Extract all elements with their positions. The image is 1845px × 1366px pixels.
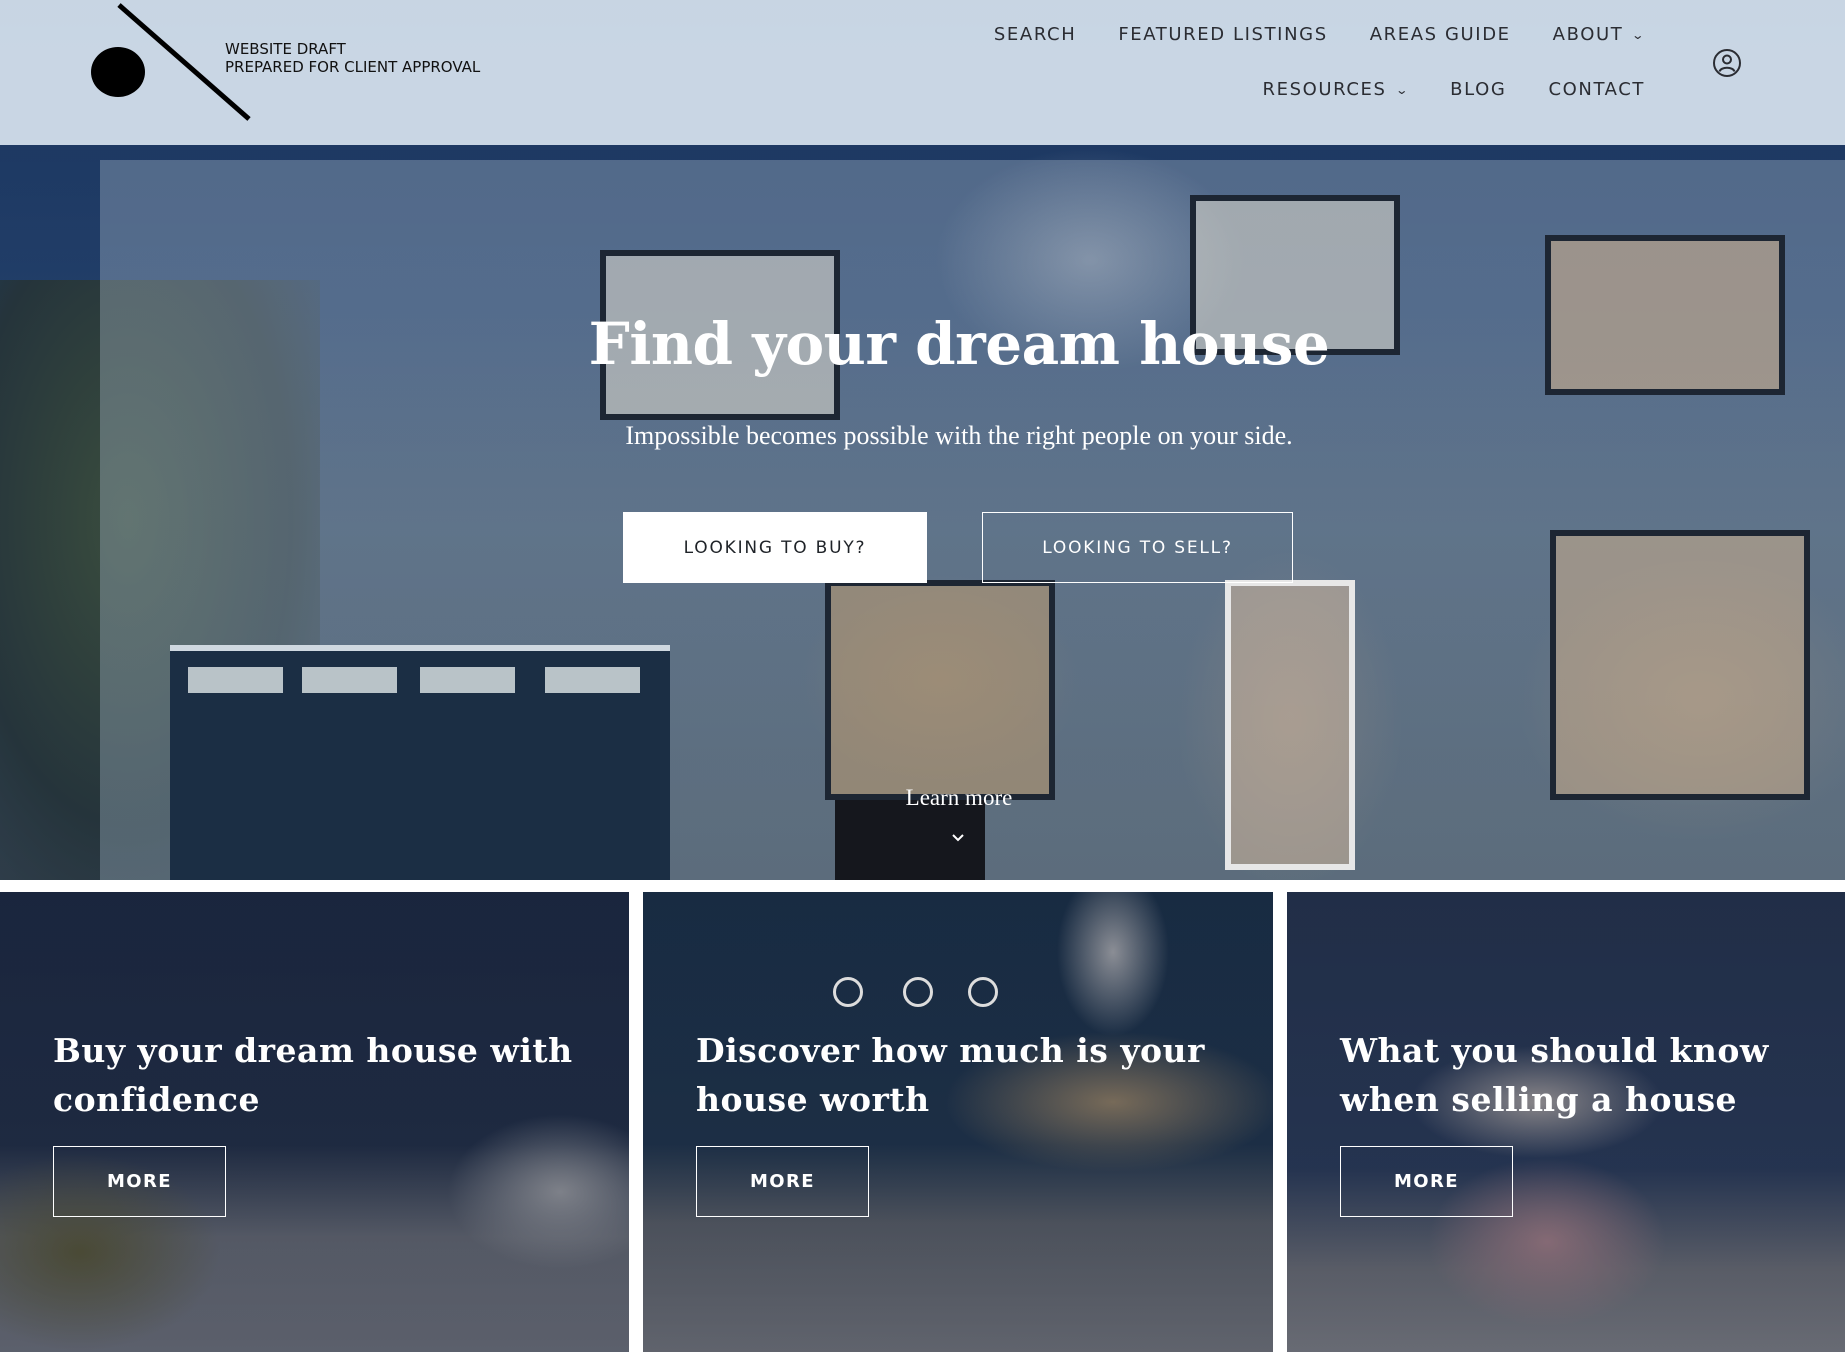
site-header: WEBSITE DRAFT PREPARED FOR CLIENT APPROV…	[0, 0, 1845, 145]
nav-contact[interactable]: CONTACT	[1548, 79, 1645, 100]
main-nav-row-2: RESOURCES ⌄ BLOG CONTACT	[1262, 79, 1645, 100]
nav-label: AREAS GUIDE	[1369, 24, 1511, 45]
user-account-icon[interactable]	[1712, 48, 1742, 78]
hero-garage-decoration	[170, 645, 670, 880]
nav-areas-guide[interactable]: AREAS GUIDE	[1370, 24, 1511, 45]
card-valuation: Discover how much is your house worth MO…	[643, 892, 1273, 1352]
nav-label: ABOUT	[1552, 24, 1624, 45]
hero-door-decoration	[1225, 580, 1355, 870]
nav-label: CONTACT	[1548, 79, 1645, 100]
clock-decoration	[903, 977, 933, 1007]
chevron-down-icon[interactable]	[950, 830, 966, 846]
nav-featured-listings[interactable]: FEATURED LISTINGS	[1118, 24, 1327, 45]
chevron-down-icon: ⌄	[1394, 82, 1410, 97]
card-title: What you should know when selling a hous…	[1340, 1031, 1769, 1119]
hero-window-decoration	[1550, 530, 1810, 800]
chevron-down-icon: ⌄	[1631, 27, 1647, 42]
nav-label: RESOURCES	[1262, 79, 1387, 100]
logo-line-2: PREPARED FOR CLIENT APPROVAL	[225, 58, 481, 76]
nav-blog[interactable]: BLOG	[1450, 79, 1506, 100]
card-more-button[interactable]: MORE	[696, 1146, 869, 1217]
clock-decoration	[833, 977, 863, 1007]
nav-label: BLOG	[1450, 79, 1507, 100]
nav-resources[interactable]: RESOURCES ⌄	[1262, 79, 1408, 100]
hero-subtitle: Impossible becomes possible with the rig…	[625, 421, 1293, 450]
card-buy: Buy your dream house with confidence MOR…	[0, 892, 629, 1352]
card-more-button[interactable]: MORE	[1340, 1146, 1513, 1217]
looking-to-sell-button[interactable]: LOOKING TO SELL?	[982, 512, 1293, 583]
nav-search[interactable]: SEARCH	[994, 24, 1076, 45]
logo-line-1: WEBSITE DRAFT	[225, 40, 346, 58]
card-title: Discover how much is your house worth	[696, 1031, 1205, 1119]
looking-to-buy-button[interactable]: LOOKING TO BUY?	[623, 512, 927, 583]
card-title: Buy your dream house with confidence	[53, 1031, 573, 1119]
nav-label: FEATURED LISTINGS	[1118, 24, 1328, 45]
logo-text: WEBSITE DRAFT PREPARED FOR CLIENT APPROV…	[225, 40, 480, 76]
clock-decoration	[968, 977, 998, 1007]
nav-label: SEARCH	[993, 24, 1077, 45]
card-selling: What you should know when selling a hous…	[1287, 892, 1845, 1352]
hero-window-decoration	[825, 580, 1055, 800]
card-more-button[interactable]: MORE	[53, 1146, 226, 1217]
hero-title: Find your dream house	[588, 310, 1330, 378]
learn-more-link[interactable]: Learn more	[0, 785, 1845, 811]
main-nav-row-1: SEARCH FEATURED LISTINGS AREAS GUIDE ABO…	[994, 24, 1645, 45]
nav-about[interactable]: ABOUT ⌄	[1553, 24, 1645, 45]
